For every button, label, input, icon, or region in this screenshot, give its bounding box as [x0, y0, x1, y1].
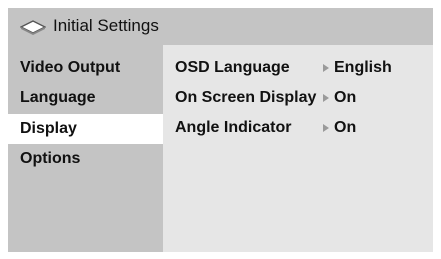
sidebar-item-options[interactable]: Options: [8, 144, 163, 174]
setting-value: On: [334, 119, 357, 136]
setting-value: English: [334, 59, 392, 76]
sidebar-item-video-output[interactable]: Video Output: [8, 53, 163, 83]
setting-row-on-screen-display[interactable]: On Screen Display On: [163, 83, 433, 113]
initial-settings-window: Initial Settings Video Output Language D…: [8, 8, 433, 252]
title-bar: Initial Settings: [8, 8, 433, 45]
sidebar-menu: Video Output Language Display Options: [8, 45, 163, 252]
sidebar-item-language[interactable]: Language: [8, 83, 163, 113]
chevron-right-icon: [323, 64, 329, 72]
sidebar-item-display[interactable]: Display: [8, 114, 163, 144]
setting-value: On: [334, 89, 357, 106]
page-title: Initial Settings: [53, 16, 159, 35]
setting-row-osd-language[interactable]: OSD Language English: [163, 53, 433, 83]
disc-icon: [20, 20, 46, 35]
setting-row-angle-indicator[interactable]: Angle Indicator On: [163, 113, 433, 143]
chevron-right-icon: [323, 94, 329, 102]
setting-label: OSD Language: [175, 59, 290, 76]
chevron-right-icon: [323, 124, 329, 132]
setting-label: Angle Indicator: [175, 119, 292, 136]
setting-label: On Screen Display: [175, 89, 317, 106]
